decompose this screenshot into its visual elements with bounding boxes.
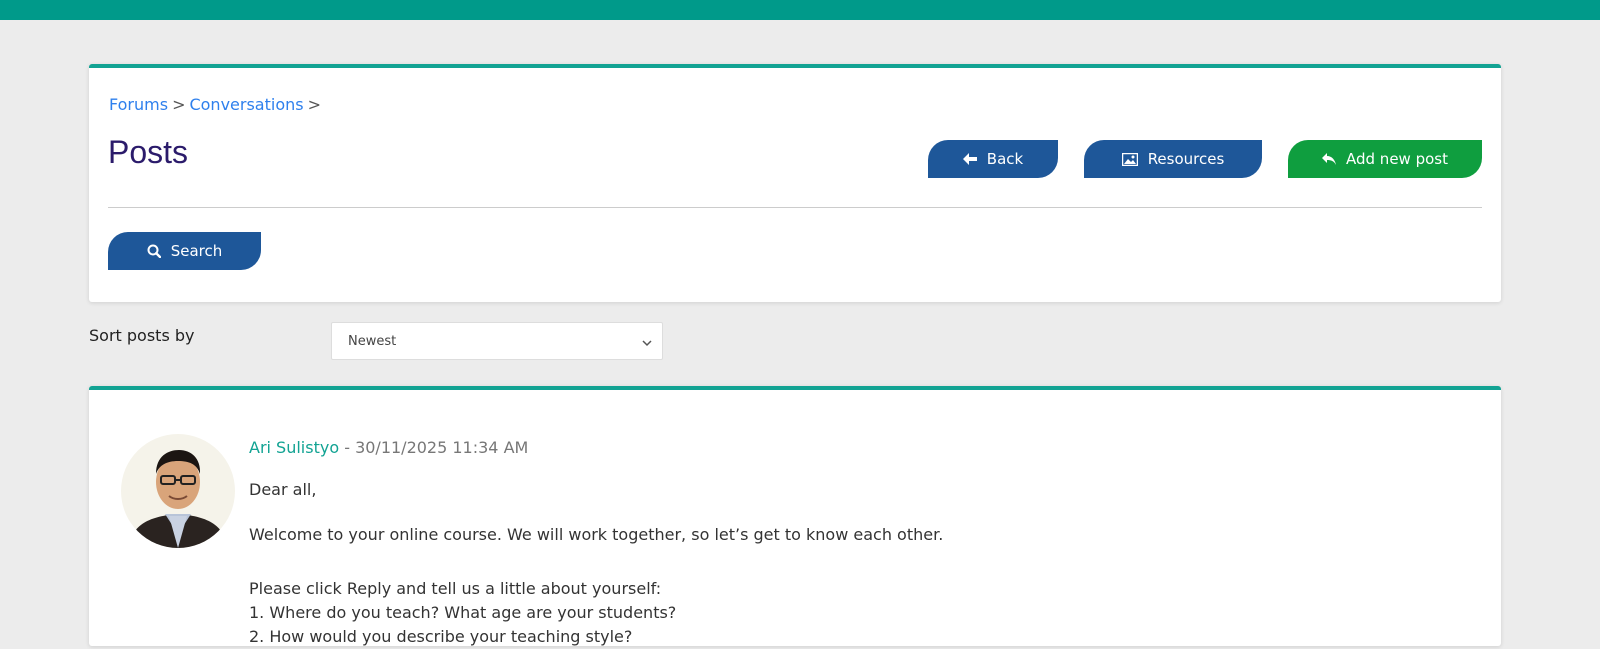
divider xyxy=(108,207,1482,208)
post-line: 2. How would you describe your teaching … xyxy=(249,627,633,646)
sort-select[interactable]: Newest xyxy=(331,322,663,360)
resources-button[interactable]: Resources xyxy=(1084,140,1262,178)
post-separator: - xyxy=(339,438,356,457)
search-icon xyxy=(147,244,161,258)
posts-header-card: Forums > Conversations > Posts Back Resourc… xyxy=(89,64,1501,302)
breadcrumb: Forums > Conversations > xyxy=(109,95,325,114)
post-line: Dear all, xyxy=(249,480,317,499)
search-button-label: Search xyxy=(170,242,223,260)
post-line: Welcome to your online course. We will w… xyxy=(249,525,944,544)
post-meta: Ari Sulistyo - 30/11/2025 11:34 AM xyxy=(249,438,528,457)
page-title: Posts xyxy=(108,134,189,170)
post-line: 1. Where do you teach? What age are your… xyxy=(249,603,677,622)
top-bar xyxy=(0,0,1600,20)
reply-icon xyxy=(1322,153,1336,165)
avatar xyxy=(121,434,235,548)
sort-label: Sort posts by xyxy=(89,326,195,345)
sort-selected-value: Newest xyxy=(348,333,397,349)
add-new-post-label: Add new post xyxy=(1346,150,1448,168)
post-card: Ari Sulistyo - 30/11/2025 11:34 AM Dear … xyxy=(89,386,1501,646)
post-author[interactable]: Ari Sulistyo xyxy=(249,438,339,457)
search-button[interactable]: Search xyxy=(108,232,261,270)
arrow-left-icon xyxy=(962,153,977,165)
breadcrumb-conversations[interactable]: Conversations xyxy=(189,95,303,114)
add-new-post-button[interactable]: Add new post xyxy=(1288,140,1482,178)
breadcrumb-forums[interactable]: Forums xyxy=(109,95,168,114)
post-line: Please click Reply and tell us a little … xyxy=(249,579,662,598)
post-date: 30/11/2025 11:34 AM xyxy=(355,438,529,457)
back-button[interactable]: Back xyxy=(928,140,1058,178)
image-icon xyxy=(1121,152,1138,166)
post-body: Dear all, Welcome to your online course.… xyxy=(249,478,1449,649)
back-button-label: Back xyxy=(986,150,1024,168)
resources-button-label: Resources xyxy=(1147,150,1225,168)
breadcrumb-separator: > xyxy=(172,95,186,114)
breadcrumb-separator: > xyxy=(307,95,321,114)
chevron-down-icon xyxy=(642,336,652,351)
